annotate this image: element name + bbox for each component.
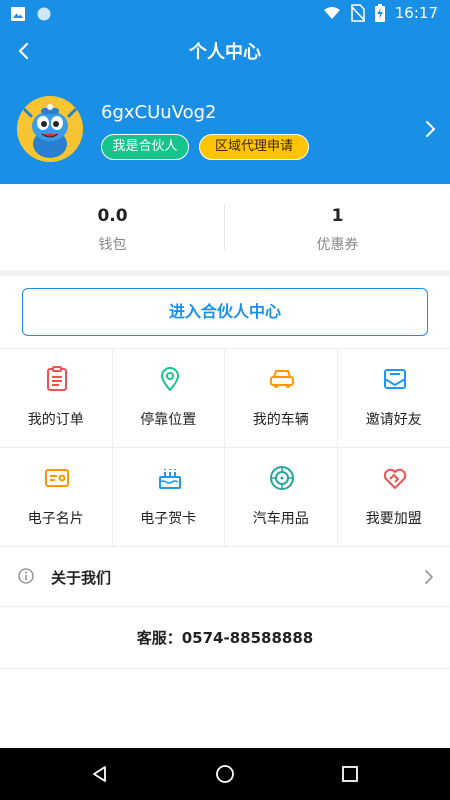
status-bar: 16:17 <box>0 0 450 28</box>
circle-status-icon <box>36 6 52 22</box>
no-sim-icon <box>350 4 365 22</box>
partner-center-button[interactable]: 进入合伙人中心 <box>22 288 428 336</box>
grid-item-business-card[interactable]: 电子名片 <box>0 447 113 546</box>
coupons-label: 优惠券 <box>316 237 359 253</box>
grid-item-vehicles[interactable]: 我的车辆 <box>225 348 338 447</box>
image-icon <box>10 6 26 22</box>
grid-item-orders[interactable]: 我的订单 <box>0 348 113 447</box>
battery-charging-icon <box>374 4 385 22</box>
stats-panel: 0.0 钱包 1 优惠券 <box>0 184 450 270</box>
agent-apply-tag[interactable]: 区域代理申请 <box>199 134 309 160</box>
nav-home-icon[interactable] <box>215 764 235 788</box>
chevron-right-icon[interactable] <box>424 120 436 142</box>
header: 个人中心 <box>0 28 450 74</box>
wallet-stat[interactable]: 0.0 钱包 <box>0 184 225 270</box>
nav-recents-icon[interactable] <box>340 764 360 788</box>
wallet-value: 0.0 <box>97 206 128 226</box>
grid-label: 电子名片 <box>27 511 84 527</box>
profile-card[interactable]: 6gxCUuVog2 我是合伙人 区域代理申请 <box>0 74 450 184</box>
grid-item-join[interactable]: 我要加盟 <box>337 447 450 546</box>
info-icon <box>18 568 34 588</box>
system-nav-bar <box>0 748 450 800</box>
customer-service-text: 客服：0574-88588888 <box>136 629 314 647</box>
grid-item-car-supplies[interactable]: 汽车用品 <box>225 447 338 546</box>
grid-label: 我的订单 <box>27 412 84 428</box>
mail-icon <box>381 365 409 393</box>
page-title: 个人中心 <box>189 42 261 63</box>
cake-icon <box>156 464 184 492</box>
grid-label: 邀请好友 <box>365 412 422 428</box>
car-icon <box>268 365 296 393</box>
grid-label: 汽车用品 <box>252 511 309 527</box>
order-icon <box>43 365 71 393</box>
clock-time: 16:17 <box>394 4 438 22</box>
grid-item-invite[interactable]: 邀请好友 <box>337 348 450 447</box>
feature-grid: 我的订单 停靠位置 我的车辆 邀请好友 电子名片 电子贺卡 汽车用品 我要加盟 <box>0 348 450 546</box>
handshake-icon <box>381 464 409 492</box>
wallet-label: 钱包 <box>98 237 127 253</box>
coupons-stat[interactable]: 1 优惠券 <box>225 184 450 270</box>
about-us-row[interactable]: 关于我们 <box>0 546 450 606</box>
wifi-icon <box>323 5 341 21</box>
partner-section: 进入合伙人中心 <box>0 276 450 348</box>
nav-back-icon[interactable] <box>90 764 110 788</box>
grid-label: 停靠位置 <box>140 412 197 428</box>
grid-label: 电子贺卡 <box>140 511 197 527</box>
username: 6gxCUuVog2 <box>101 102 217 123</box>
grid-item-parking[interactable]: 停靠位置 <box>112 348 225 447</box>
avatar[interactable] <box>17 96 83 162</box>
partner-tag[interactable]: 我是合伙人 <box>101 134 189 160</box>
grid-label: 我的车辆 <box>252 412 309 428</box>
coupons-value: 1 <box>331 206 344 226</box>
chevron-right-icon <box>424 569 434 589</box>
customer-service-row[interactable]: 客服：0574-88588888 <box>0 606 450 668</box>
card-icon <box>43 464 71 492</box>
wheel-icon <box>268 464 296 492</box>
location-icon <box>156 365 184 393</box>
grid-item-greeting-card[interactable]: 电子贺卡 <box>112 447 225 546</box>
blank-area <box>0 668 450 748</box>
grid-label: 我要加盟 <box>365 511 422 527</box>
about-us-label: 关于我们 <box>51 569 112 587</box>
